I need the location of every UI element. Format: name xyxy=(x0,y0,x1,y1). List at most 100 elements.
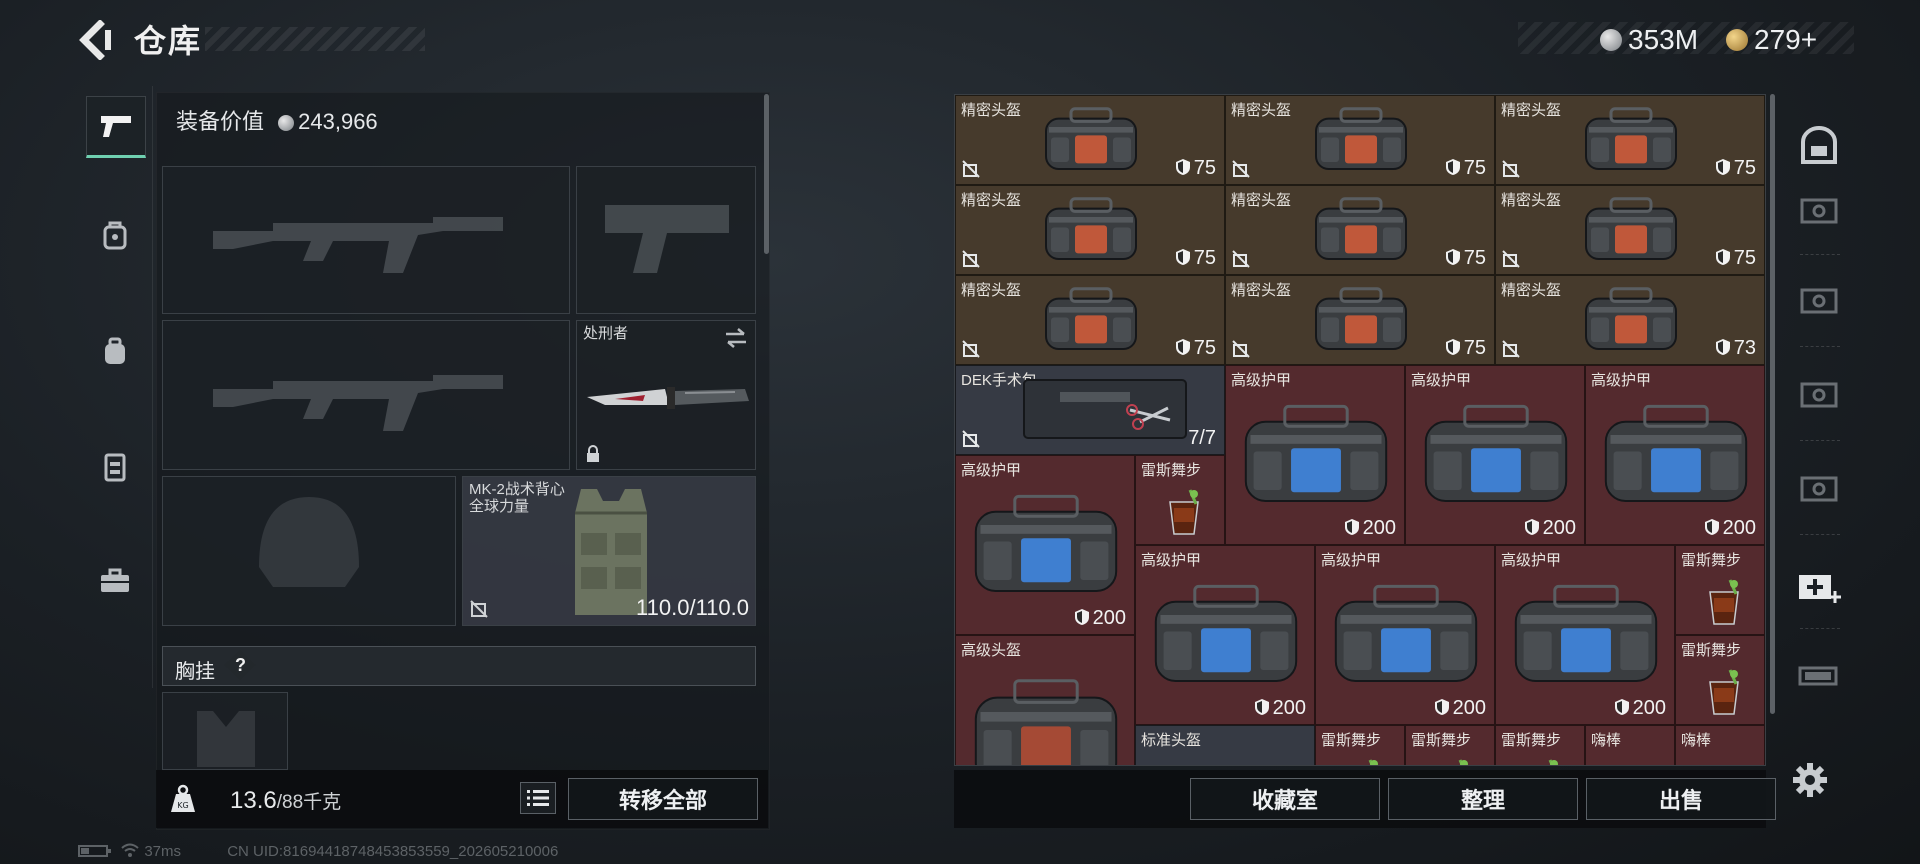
stash-item[interactable]: 高级护甲 200 xyxy=(1315,545,1495,725)
case-slot-5[interactable] xyxy=(1790,646,1848,704)
case-slot-3[interactable] xyxy=(1790,366,1848,424)
stash-item[interactable]: 雷斯舞步 xyxy=(1675,545,1765,635)
stash-item[interactable]: 精密头盔 73 xyxy=(1495,275,1765,365)
pistol-slot[interactable] xyxy=(576,166,756,314)
durability-value: 73 xyxy=(1733,337,1756,359)
item-name: 嗨棒 xyxy=(1591,732,1622,749)
item-name: 雷斯舞步 xyxy=(1681,642,1742,659)
stash-item[interactable]: 精密头盔 75 xyxy=(955,275,1225,365)
stash-item[interactable]: 高级护甲 200 xyxy=(1405,365,1585,545)
surgical-kit-icon xyxy=(1023,379,1187,439)
help-icon[interactable]: ? xyxy=(235,655,246,676)
tab-backpack[interactable] xyxy=(86,206,144,264)
tab-vest[interactable] xyxy=(86,438,144,496)
primary-weapon-slot[interactable] xyxy=(162,166,570,314)
armor-case-icon xyxy=(1604,404,1748,502)
case-slot-1[interactable] xyxy=(1790,182,1848,240)
shield-icon xyxy=(1254,699,1269,715)
case-slot-2[interactable] xyxy=(1790,272,1848,330)
shield-icon xyxy=(1344,519,1359,535)
durability-value: 75 xyxy=(1463,157,1486,179)
melee-slot[interactable]: 处刑者 xyxy=(576,320,756,470)
durability-value: 75 xyxy=(1733,247,1756,269)
stash-item[interactable]: 高级护甲 200 xyxy=(1225,365,1405,545)
stash-item[interactable]: 高级护甲 200 xyxy=(1495,545,1675,725)
stash-scrollbar[interactable] xyxy=(1770,94,1775,714)
gold-currency[interactable]: 279+ xyxy=(1726,24,1817,56)
ping-text: 37ms xyxy=(144,843,182,860)
stash-item[interactable]: 精密头盔 75 xyxy=(1225,185,1495,275)
collection-room-button[interactable]: 收藏室 xyxy=(1190,778,1380,820)
cocktail-icon xyxy=(1709,669,1739,715)
shield-icon xyxy=(1074,609,1089,625)
durability-value: 200 xyxy=(1272,697,1306,719)
secondary-weapon-slot[interactable] xyxy=(162,320,570,470)
item-durability: 75 xyxy=(1445,247,1486,270)
item-durability: 200 xyxy=(1344,517,1396,540)
organize-button[interactable]: 整理 xyxy=(1388,778,1578,820)
chest-rig-slot[interactable] xyxy=(162,692,288,770)
stash-item[interactable]: 标准头盔 xyxy=(1135,725,1315,765)
stick-icon xyxy=(1702,764,1742,766)
stash-item[interactable]: 雷斯舞步 xyxy=(1315,725,1405,765)
helmet-slot[interactable] xyxy=(162,476,456,626)
safe-button[interactable] xyxy=(1790,116,1848,174)
tab-toolbox[interactable] xyxy=(86,552,144,610)
case-slot-4[interactable] xyxy=(1790,460,1848,518)
armor-case-icon xyxy=(1424,404,1568,502)
stash-item[interactable]: 雷斯舞步 xyxy=(1675,635,1765,725)
stash-item[interactable]: DEK手术包 7/7 xyxy=(955,365,1225,455)
durability-value: 200 xyxy=(1542,517,1576,539)
tab-bag[interactable] xyxy=(86,322,144,380)
stash-item[interactable]: 精密头盔 75 xyxy=(1495,95,1765,185)
transfer-all-button[interactable]: 转移全部 xyxy=(568,778,758,820)
list-view-button[interactable] xyxy=(520,782,556,814)
stash-item[interactable]: 高级头盔 xyxy=(955,635,1135,765)
stash-item[interactable]: 雷斯舞步 xyxy=(1405,725,1495,765)
armor-case-icon xyxy=(1244,404,1388,502)
shield-icon xyxy=(1704,519,1719,535)
silver-currency[interactable]: 353M xyxy=(1600,24,1698,56)
pistol-icon xyxy=(101,116,131,137)
stash-item[interactable]: 精密头盔 75 xyxy=(955,185,1225,275)
stash-item[interactable]: 高级护甲 200 xyxy=(955,455,1135,635)
rail-divider xyxy=(1800,346,1840,347)
rifle-silhouette-icon xyxy=(213,217,503,273)
stash-item[interactable]: 精密头盔 75 xyxy=(1225,95,1495,185)
item-name: 精密头盔 xyxy=(1231,282,1292,299)
stash-item[interactable]: 高级护甲 200 xyxy=(1135,545,1315,725)
item-durability: 75 xyxy=(1445,337,1486,360)
stash-item[interactable]: 高级护甲 200 xyxy=(1585,365,1765,545)
back-arrow-icon[interactable] xyxy=(78,19,112,61)
stash-item[interactable]: 嗨棒 xyxy=(1585,725,1675,765)
armor-case-icon xyxy=(1514,584,1658,682)
sell-button[interactable]: 出售 xyxy=(1586,778,1776,820)
armor-slot[interactable]: MK-2战术背心 全球力量 110.0/110.0 xyxy=(462,476,756,626)
rail-divider xyxy=(1800,254,1840,255)
item-name: 精密头盔 xyxy=(1231,102,1292,119)
settings-button[interactable] xyxy=(1792,762,1828,803)
stash-item[interactable]: 嗨棒 xyxy=(1675,725,1765,766)
equipment-scrollbar[interactable] xyxy=(764,94,769,254)
stash-item[interactable]: 精密头盔 75 xyxy=(1225,275,1495,365)
tab-weapons[interactable] xyxy=(86,96,146,158)
stash-item[interactable]: 精密头盔 75 xyxy=(955,95,1225,185)
no-trade-icon xyxy=(962,430,980,448)
equipment-value-label: 装备价值 xyxy=(176,109,265,134)
armor-case-icon xyxy=(1334,584,1478,682)
cocktail-icon xyxy=(1169,489,1199,535)
cocktail-icon xyxy=(1368,759,1378,765)
swap-icon[interactable] xyxy=(723,327,749,349)
stash-item[interactable]: 雷斯舞步 xyxy=(1135,455,1225,545)
case-icon xyxy=(1800,476,1838,502)
wifi-icon xyxy=(121,843,139,857)
stash-item[interactable]: 雷斯舞步 xyxy=(1495,725,1585,765)
shield-icon xyxy=(1445,339,1460,355)
durability-value: 75 xyxy=(1733,157,1756,179)
medkit-add-button[interactable] xyxy=(1790,556,1848,614)
item-name: 精密头盔 xyxy=(1501,192,1562,209)
case-icon xyxy=(1800,198,1838,224)
stash-item[interactable]: 精密头盔 75 xyxy=(1495,185,1765,275)
item-name: 精密头盔 xyxy=(1231,192,1292,209)
item-name: 精密头盔 xyxy=(1501,102,1562,119)
